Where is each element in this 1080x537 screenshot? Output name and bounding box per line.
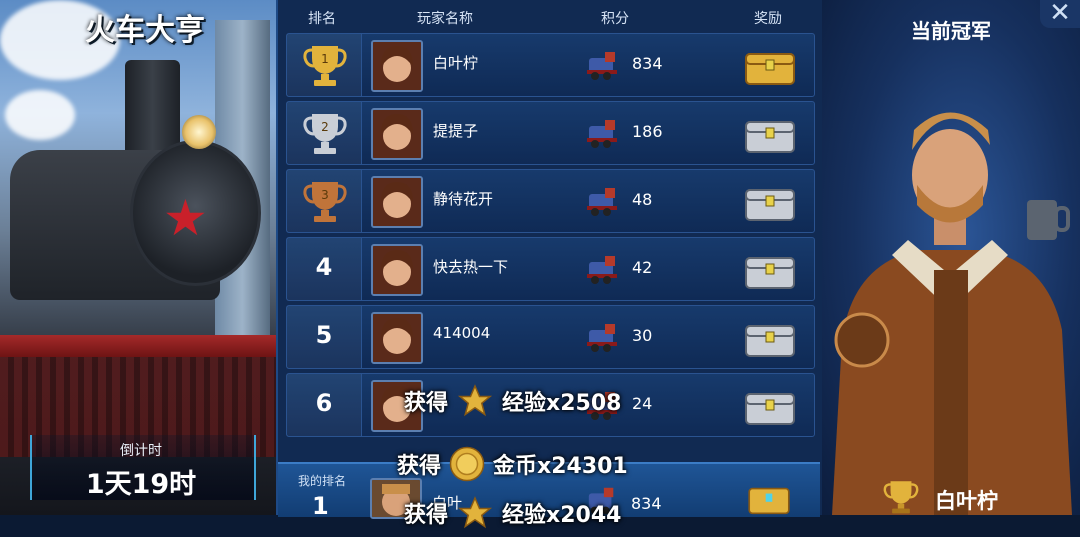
locomotive-buffer-beam [0,335,278,357]
star-icon [456,495,494,537]
header-reward: 奖励 [754,11,782,27]
train-icon [585,252,621,286]
player-name: 白叶柠 [433,54,479,72]
bronze-trophy-icon: 3 [302,178,348,224]
event-title: 火车大亨 [85,13,205,48]
reward-text: 经验x2044 [502,503,622,528]
my-reward-chest-icon[interactable] [743,482,795,519]
rank-number: 4 [315,253,333,281]
reward-prefix: 获得 [404,503,449,528]
my-rank-score: 834 [631,494,662,513]
player-name: 414004 [433,324,491,342]
header-player: 玩家名称 [417,11,473,27]
rank-cell: 1 [287,34,362,96]
player-name: 静待花开 [433,190,494,208]
champion-name: 白叶柠 [935,489,998,513]
reward-float-coin: 获得 金币x24301 [397,446,628,488]
my-rank-label: 我的排名 [298,474,347,488]
player-name: 快去热一下 [433,258,509,276]
trophy-rank-number: 2 [321,120,329,134]
header-rank: 排名 [308,11,336,27]
leaderboard-row[interactable]: 3 静待花开 48 [286,169,815,233]
player-avatar[interactable] [371,244,423,296]
trophy-rank-number: 1 [321,52,329,66]
reward-float-exp-1: 获得 经验x2508 [404,383,621,425]
reward-chest-icon[interactable] [744,182,796,222]
player-avatar[interactable] [371,312,423,364]
player-score: 42 [632,258,653,277]
player-score: 24 [632,394,653,413]
rank-cell: 6 [287,374,362,436]
train-icon [585,48,621,82]
champion-title: 当前冠军 [911,19,991,43]
red-star-icon: ★ [163,189,208,247]
train-icon [585,320,621,354]
reward-chest-icon[interactable] [744,46,796,86]
reward-prefix: 获得 [404,391,449,416]
champion-panel [822,0,1080,515]
star-icon [456,383,494,425]
leaderboard-row[interactable]: 4 快去热一下 42 [286,237,815,301]
reward-float-exp-2: 获得 经验x2044 [404,495,621,537]
rank-cell: 3 [287,170,362,232]
reward-chest-icon[interactable] [744,318,796,358]
train-icon [585,116,621,150]
rank-cell: 4 [287,238,362,300]
rank-cell: 5 [287,306,362,368]
player-score: 834 [632,54,663,73]
trophy-rank-number: 3 [321,188,329,202]
player-score: 30 [632,326,653,345]
rank-number: 5 [315,321,333,349]
gold-trophy-icon: 1 [302,42,348,88]
player-avatar[interactable] [371,108,423,160]
train-icon [585,184,621,218]
reward-chest-icon[interactable] [744,250,796,290]
champion-trophy-icon [878,478,924,519]
countdown-label: 倒计时 [120,443,162,459]
player-avatar[interactable] [371,176,423,228]
champion-portrait [832,112,1072,515]
rank-number: 6 [315,389,333,417]
smokestack [125,60,180,150]
reward-text: 经验x2508 [502,391,622,416]
header-score: 积分 [601,11,629,27]
rank-cell: 2 [287,102,362,164]
countdown-value: 1天19时 [85,469,197,500]
reward-prefix: 获得 [397,454,442,479]
leaderboard-row[interactable]: 2 提提子 186 [286,101,815,165]
player-name: 提提子 [433,122,479,140]
reward-text: 金币x24301 [493,454,628,479]
coin-icon [449,446,485,488]
reward-chest-icon[interactable] [744,114,796,154]
player-avatar[interactable] [371,40,423,92]
player-score: 48 [632,190,653,209]
leaderboard-row[interactable]: 1 白叶柠 834 [286,33,815,97]
my-rank-number: 1 [312,492,329,520]
reward-chest-icon[interactable] [744,386,796,426]
headlamp [182,115,216,149]
leaderboard-row[interactable]: 5 414004 30 [286,305,815,369]
player-score: 186 [632,122,663,141]
silver-trophy-icon: 2 [302,110,348,156]
